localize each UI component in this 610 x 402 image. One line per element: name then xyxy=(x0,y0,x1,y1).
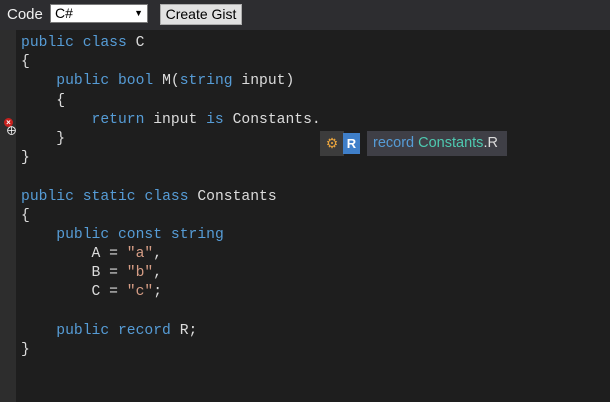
code-keyword: public xyxy=(56,226,110,243)
code-string: "c" xyxy=(126,284,154,301)
code-keyword: public xyxy=(21,35,74,51)
create-gist-button[interactable]: Create Gist xyxy=(160,4,242,25)
code-line[interactable]: public record R; xyxy=(21,322,321,341)
code-keyword: string xyxy=(179,73,233,90)
code-line[interactable]: C = "c"; xyxy=(21,283,321,302)
code-keyword: bool xyxy=(117,73,154,90)
language-select-value: C# xyxy=(55,5,73,21)
code-line[interactable]: { xyxy=(21,53,321,72)
tooltip-type: Constants xyxy=(418,135,484,151)
code-editor[interactable]: public class C{ public bool M(string inp… xyxy=(21,34,321,360)
code-token: , xyxy=(153,246,163,263)
code-token: M( xyxy=(153,73,180,90)
code-line[interactable]: public bool M(string input) xyxy=(21,72,321,91)
code-token: input) xyxy=(232,73,295,90)
code-keyword: static xyxy=(82,188,136,205)
add-icon: ⨁ xyxy=(7,125,16,135)
code-keyword: return xyxy=(91,111,145,128)
code-line[interactable]: { xyxy=(21,207,321,226)
tooltip-keyword: record xyxy=(373,135,415,151)
code-token: C = xyxy=(21,284,127,301)
code-line[interactable]: public class C xyxy=(21,34,321,53)
code-keyword: record xyxy=(117,322,171,339)
code-token: A = xyxy=(21,246,127,263)
code-line[interactable]: } xyxy=(21,149,321,168)
completion-tooltip: record Constants.R xyxy=(367,131,507,156)
code-line[interactable]: } xyxy=(21,130,321,149)
code-token: ; xyxy=(153,284,163,301)
chevron-down-icon: ▼ xyxy=(134,8,143,18)
code-keyword: class xyxy=(82,35,127,51)
code-line[interactable]: B = "b", xyxy=(21,264,321,283)
code-line[interactable] xyxy=(21,168,321,187)
code-keyword: string xyxy=(170,226,224,243)
code-token: } xyxy=(21,150,30,167)
code-token: C xyxy=(126,35,145,51)
code-line[interactable]: public const string xyxy=(21,226,321,245)
code-keyword: is xyxy=(206,111,224,128)
code-token: Constants. xyxy=(223,111,321,128)
code-string: "a" xyxy=(126,246,154,263)
toolbar: Code C# ▼ Create Gist xyxy=(0,0,610,30)
code-line[interactable]: } xyxy=(21,341,321,360)
code-token: R; xyxy=(170,322,198,339)
code-line[interactable]: public static class Constants xyxy=(21,188,321,207)
code-token: { xyxy=(21,54,30,71)
editor-gutter xyxy=(0,30,16,402)
code-line[interactable]: A = "a", xyxy=(21,245,321,264)
tooltip-member: R xyxy=(487,135,498,151)
code-token: Constants xyxy=(188,188,277,205)
code-token: } xyxy=(21,342,30,358)
code-token: B = xyxy=(21,265,127,282)
code-line[interactable] xyxy=(21,303,321,322)
code-line[interactable]: { xyxy=(21,92,321,111)
code-token: , xyxy=(153,265,163,282)
code-string: "b" xyxy=(126,265,154,282)
code-keyword: public xyxy=(21,188,74,205)
code-keyword: public xyxy=(56,322,110,339)
code-token: input xyxy=(144,111,207,128)
code-line[interactable]: return input is Constants. xyxy=(21,111,321,130)
code-token: { xyxy=(21,207,30,224)
code-label: Code xyxy=(7,6,43,23)
code-token: { xyxy=(21,92,66,109)
intellisense-icon[interactable]: ⚙ xyxy=(320,131,344,156)
language-select[interactable]: C# ▼ xyxy=(50,4,148,23)
member-badge-icon[interactable]: R xyxy=(343,133,360,154)
code-keyword: const xyxy=(117,226,163,243)
code-token: } xyxy=(21,130,66,147)
code-keyword: class xyxy=(144,188,189,205)
code-keyword: public xyxy=(56,73,110,90)
